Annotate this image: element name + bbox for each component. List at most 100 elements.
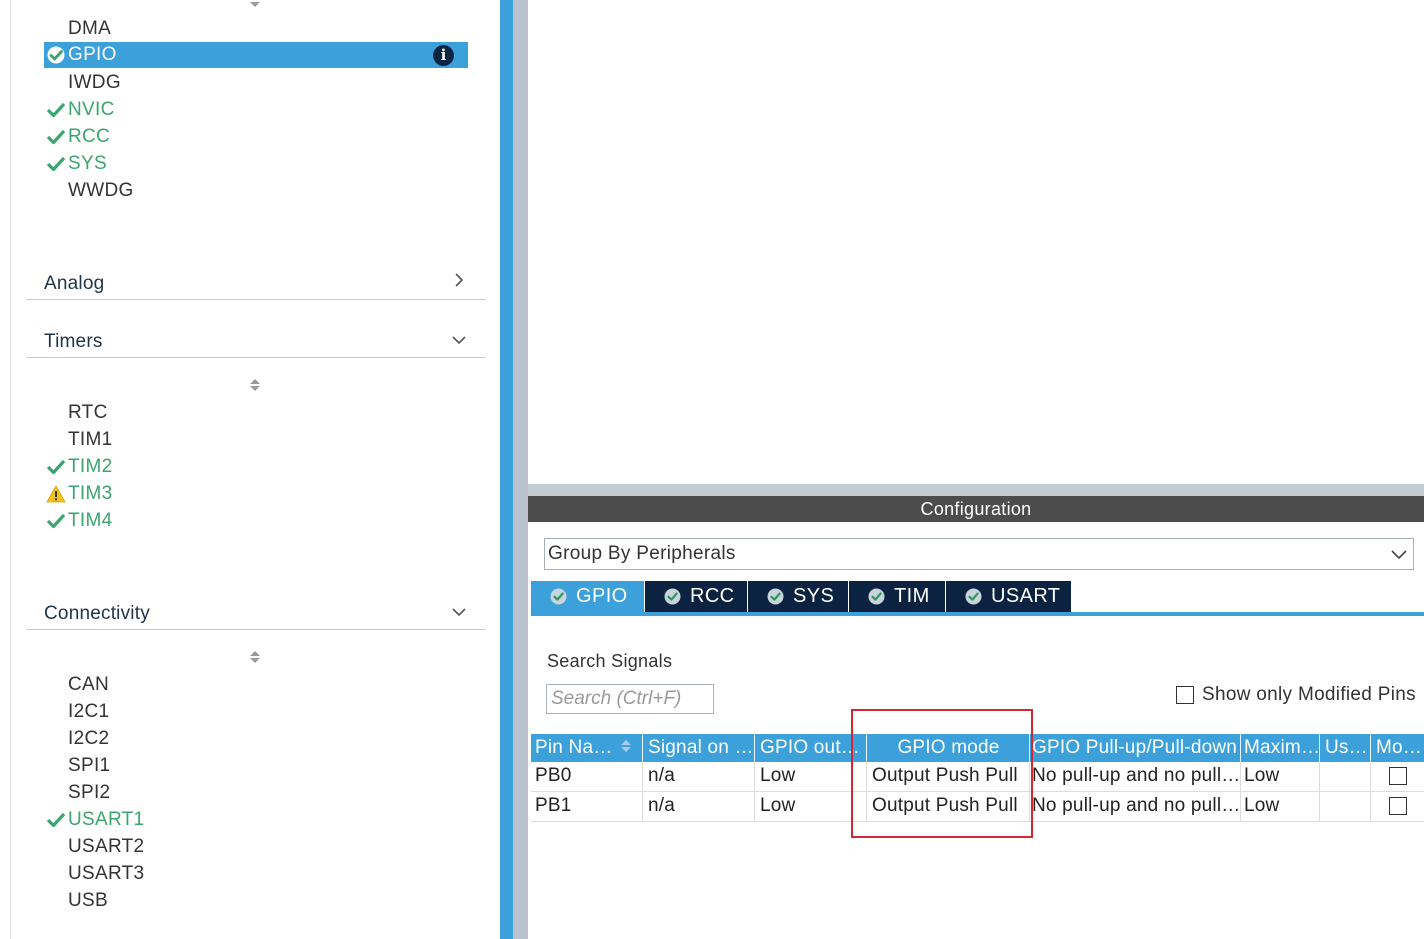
check-icon [46, 102, 66, 118]
list-scroll-arrows-icon[interactable] [248, 650, 262, 664]
peripheral-label: DMA [68, 18, 112, 39]
timer-item-tim1[interactable]: TIM1 [44, 427, 468, 453]
connectivity-item-usb[interactable]: USB [44, 888, 468, 914]
list-scroll-arrows-icon[interactable] [248, 378, 262, 392]
tab-gpio[interactable]: GPIO [531, 581, 644, 612]
search-input[interactable] [546, 684, 714, 714]
peripheral-item-gpio[interactable]: GPIO i [44, 42, 468, 68]
section-timers[interactable]: Timers [26, 324, 486, 358]
check-circle-icon [965, 588, 982, 605]
table-row[interactable]: PB0 n/a Low Output Push Pull No pull-up … [531, 762, 1424, 792]
cell-modified [1372, 792, 1424, 821]
cell-mode: Output Push Pull [868, 792, 1030, 821]
info-icon[interactable]: i [433, 45, 454, 66]
check-circle-icon [868, 588, 885, 605]
peripheral-item-wwdg[interactable]: WWDG [44, 178, 468, 204]
section-title: Connectivity [44, 603, 150, 624]
show-modified-checkbox[interactable] [1176, 686, 1194, 704]
column-header-modified[interactable]: Mo… [1372, 734, 1424, 762]
splitter-track[interactable] [513, 0, 528, 939]
tab-tim[interactable]: TIM [849, 581, 945, 612]
section-analog[interactable]: Analog [26, 266, 486, 300]
table-row[interactable]: PB1 n/a Low Output Push Pull No pull-up … [531, 792, 1424, 822]
connectivity-label: USART2 [68, 836, 145, 857]
modified-checkbox[interactable] [1389, 767, 1407, 785]
group-by-select[interactable]: Group By Peripherals [544, 538, 1414, 570]
group-by-value: Group By Peripherals [548, 543, 736, 564]
search-signals-label: Search Signals [547, 651, 673, 671]
column-header-pull[interactable]: GPIO Pull-up/Pull-down [1030, 734, 1241, 762]
check-icon [47, 46, 65, 64]
peripheral-item-rcc[interactable]: RCC [44, 124, 468, 150]
connectivity-label: SPI1 [68, 755, 111, 776]
tab-usart[interactable]: USART [946, 581, 1071, 612]
check-icon [46, 513, 66, 529]
tab-rcc[interactable]: RCC [645, 581, 747, 612]
connectivity-label: SPI2 [68, 782, 111, 803]
cell-pin: PB1 [531, 792, 643, 821]
connectivity-label: CAN [68, 674, 110, 695]
cell-pin: PB0 [531, 762, 643, 791]
column-header-gpio-mode[interactable]: GPIO mode [868, 734, 1030, 762]
list-scroll-arrows-icon[interactable] [248, 0, 262, 8]
check-circle-icon [767, 588, 784, 605]
connectivity-item-i2c2[interactable]: I2C2 [44, 726, 468, 752]
peripheral-label: WWDG [68, 180, 134, 201]
connectivity-item-spi2[interactable]: SPI2 [44, 780, 468, 806]
timer-label: TIM1 [68, 429, 113, 450]
panel-border [10, 0, 11, 939]
check-circle-icon [664, 588, 681, 605]
section-title: Timers [44, 331, 103, 352]
connectivity-item-spi1[interactable]: SPI1 [44, 753, 468, 779]
tab-label: GPIO [576, 585, 628, 607]
tab-label: USART [991, 585, 1061, 607]
cell-speed: Low [1242, 792, 1320, 821]
modified-checkbox[interactable] [1389, 797, 1407, 815]
configuration-header: Configuration [528, 496, 1424, 522]
column-header-max-speed[interactable]: Maxim… [1242, 734, 1320, 762]
pinout-view-area [528, 0, 1424, 484]
connectivity-item-usart1[interactable]: USART1 [44, 807, 468, 833]
column-header-pin-name[interactable]: Pin Na… [531, 734, 643, 762]
timer-item-tim4[interactable]: TIM4 [44, 508, 468, 534]
connectivity-item-usart2[interactable]: USART2 [44, 834, 468, 860]
timer-item-tim3[interactable]: TIM3 [44, 481, 468, 507]
peripheral-item-dma[interactable]: DMA [44, 16, 468, 42]
peripheral-item-sys[interactable]: SYS [44, 151, 468, 177]
connectivity-item-i2c1[interactable]: I2C1 [44, 699, 468, 725]
sort-arrows-icon[interactable] [620, 740, 632, 754]
cell-signal: n/a [644, 762, 755, 791]
cell-speed: Low [1242, 762, 1320, 791]
check-icon [46, 459, 66, 475]
section-connectivity[interactable]: Connectivity [26, 596, 486, 630]
connectivity-item-can[interactable]: CAN [44, 672, 468, 698]
cell-mode: Output Push Pull [868, 762, 1030, 791]
tab-label: RCC [690, 585, 735, 607]
left-panel: DMA GPIO i IWDG NVIC RCC SYS WWDG Analog… [0, 0, 500, 939]
chevron-down-icon [452, 336, 466, 345]
column-header-user-label[interactable]: Us… [1321, 734, 1371, 762]
column-header-gpio-output[interactable]: GPIO out… [756, 734, 867, 762]
cell-user-label [1321, 792, 1371, 821]
peripheral-item-iwdg[interactable]: IWDG [44, 70, 468, 96]
cell-user-label [1321, 762, 1371, 791]
tab-sys[interactable]: SYS [748, 581, 848, 612]
timer-item-tim2[interactable]: TIM2 [44, 454, 468, 480]
tab-underline [531, 612, 1424, 616]
connectivity-item-usart3[interactable]: USART3 [44, 861, 468, 887]
check-circle-icon [550, 588, 567, 605]
check-icon [46, 812, 66, 828]
chevron-down-icon [452, 608, 466, 617]
section-title: Analog [44, 273, 105, 294]
splitter-bar[interactable] [500, 0, 513, 939]
peripheral-label: SYS [68, 153, 107, 174]
check-icon [46, 129, 66, 145]
timer-item-rtc[interactable]: RTC [44, 400, 468, 426]
peripheral-item-nvic[interactable]: NVIC [44, 97, 468, 123]
column-header-label: Pin Na… [535, 737, 613, 758]
horizontal-splitter[interactable] [528, 484, 1424, 496]
cell-modified [1372, 762, 1424, 791]
peripheral-label: NVIC [68, 99, 115, 120]
column-header-signal[interactable]: Signal on … [644, 734, 755, 762]
timer-label: TIM2 [68, 456, 113, 477]
